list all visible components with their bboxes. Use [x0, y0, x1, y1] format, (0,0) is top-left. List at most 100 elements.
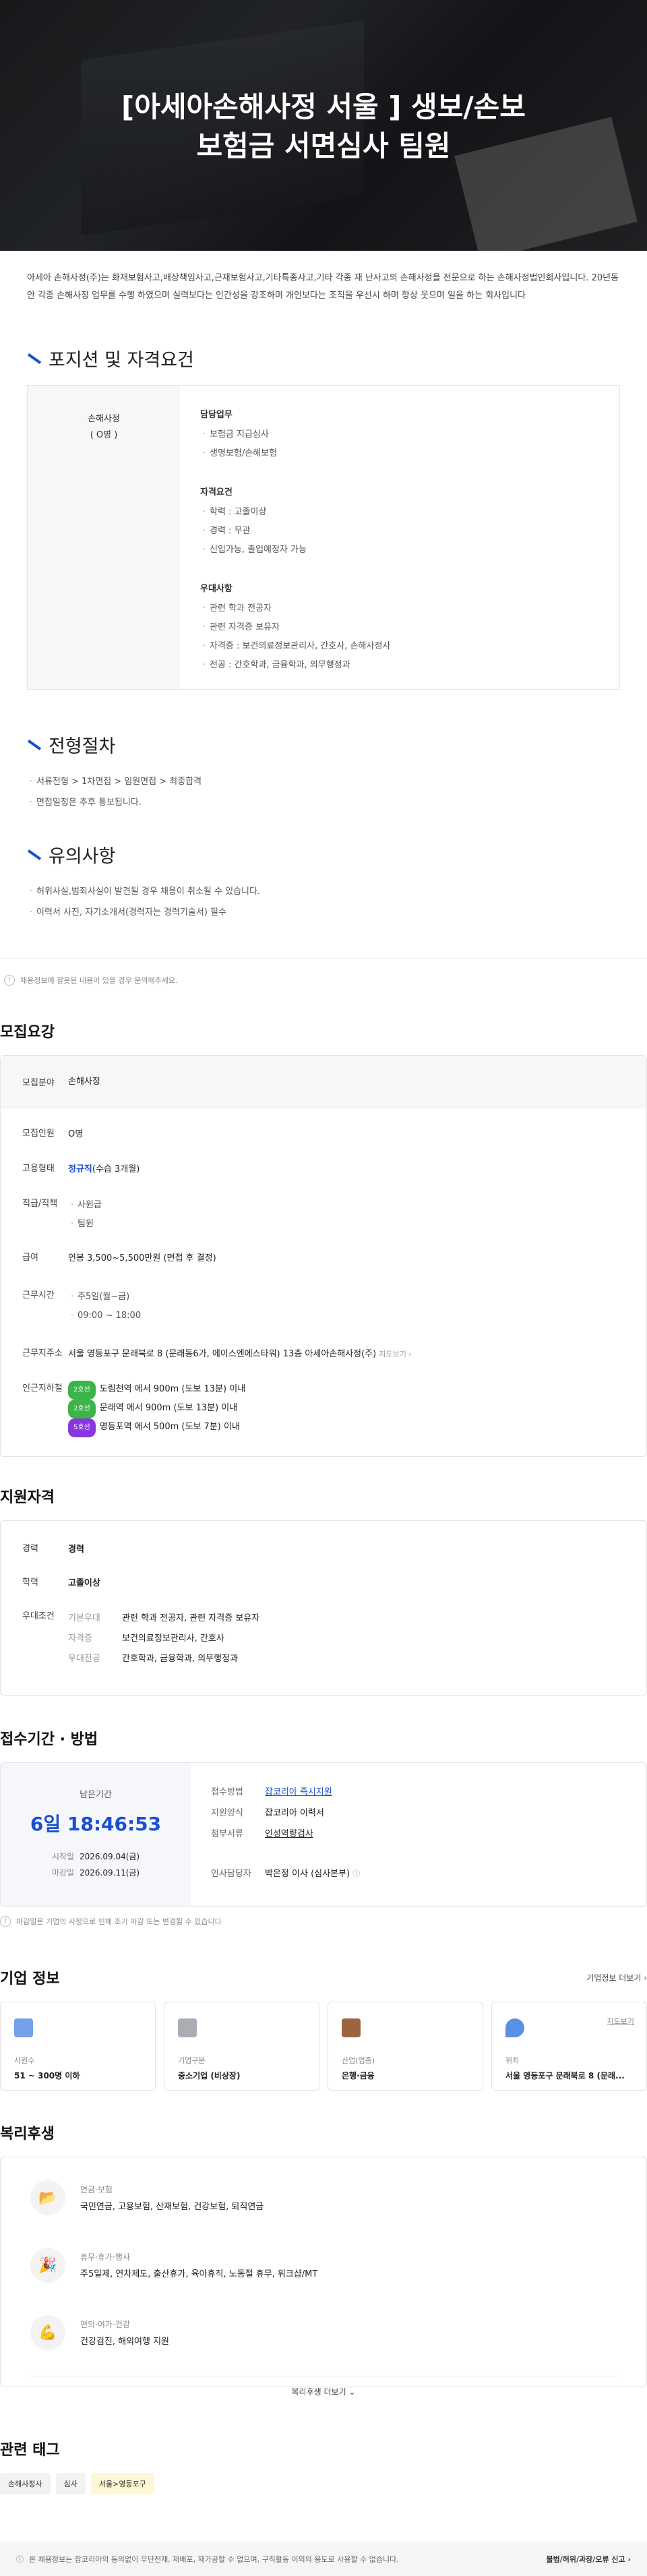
- qualif-edu-row: 학력 고졸이상: [22, 1578, 100, 1588]
- welfare-category: 편의·여가·건강: [80, 2320, 130, 2329]
- station-text: 문래역 에서 900m (도보 13분) 이내: [99, 1403, 238, 1413]
- building-icon: [178, 2018, 197, 2037]
- process-heading: 전형절차: [27, 731, 620, 758]
- pref-value: 보건의료정보관리사, 간호사: [122, 1634, 224, 1644]
- company-card-value: 51 ~ 300명 이하: [14, 2071, 80, 2080]
- group-title: 우대사항: [200, 584, 233, 594]
- caution-heading: 유의사항: [27, 841, 620, 868]
- company-card: 사원수 51 ~ 300명 이하: [0, 2002, 156, 2091]
- tag-chip[interactable]: 심사: [55, 2473, 86, 2494]
- list-item: 이력서 사진, 자기소개서(경력자는 경력기술서) 필수: [27, 902, 620, 923]
- qualif-career-row: 경력 경력: [22, 1544, 84, 1555]
- info-icon[interactable]: ⓘ: [352, 1869, 360, 1878]
- recruit-rank-row: 직급/직책 사원급 팀원: [1, 1196, 646, 1234]
- recruit-people-row: 모집인원 O명: [22, 1129, 84, 1139]
- welfare-row: 💪 편의·여가·건강건강검진, 해외여행 지원: [1, 2299, 646, 2366]
- apply-section: 접수기간 · 방법 남은기간 6일 18:46:53 시작일 2026.09.04…: [0, 1727, 647, 1927]
- welfare-value: 국민연금, 고용보험, 산재보험, 건강보험, 퇴직연금: [80, 2202, 264, 2212]
- company-card-value: 중소기업 (비상장): [178, 2071, 241, 2080]
- recruit-field-row: 모집분야 손해사정: [1, 1056, 646, 1108]
- people-icon: [14, 2018, 33, 2037]
- station-item: 5호선 영등포역 에서 500m (도보 7분) 이내: [68, 1418, 646, 1437]
- report-notice: ! 채용정보에 잘못된 내용이 있을 경우 문의해주세요.: [0, 975, 647, 986]
- recruit-address-row: 근무지주소 서울 영등포구 문래북로 8 (문래동6가, 에이스엔에스타워) 1…: [22, 1348, 412, 1359]
- pref-key: 기본우대: [68, 1613, 100, 1623]
- subway-line-badge: 5호선: [68, 1418, 96, 1437]
- welfare-value: 건강검진, 해외여행 지원: [80, 2337, 169, 2347]
- list-item: 서류전형 > 1차면접 > 임원면접 > 최종합격: [27, 771, 620, 792]
- company-card-label: 위치: [505, 2056, 520, 2065]
- pref-value: 간호학과, 금융학과, 의무행정과: [122, 1654, 239, 1664]
- station-item: 2호선 도림천역 에서 900m (도보 13분) 이내: [68, 1381, 646, 1400]
- subway-line-badge: 2호선: [68, 1400, 96, 1418]
- company-card: 지도보기 위치 서울 영등포구 문래북로 8 (문래...: [491, 2002, 647, 2091]
- company-more-link[interactable]: 기업정보 더보기 ›: [586, 1972, 647, 1983]
- tag-chip[interactable]: 서울>영등포구: [90, 2473, 154, 2494]
- recruit-salary-row: 급여 연봉 3,500~5,500만원 (면접 후 결정): [22, 1253, 216, 1263]
- position-box: 손해사정 ( O명 ) 담당업무보험금 지급심사생명보험/손해보험자격요건학력 …: [27, 385, 620, 690]
- tags-section: 관련 태그 손해사정사 심사 서울>영등포구: [0, 2438, 647, 2494]
- company-card-label: 기업구분: [178, 2056, 206, 2065]
- station-list: 2호선 도림천역 에서 900m (도보 13분) 이내 2호선 문래역 에서 900…: [68, 1381, 646, 1437]
- company-intro: 아세아 손해사정(주)는 화재보험사고,배상책임사고,근재보험사고,기타특종사고…: [27, 273, 619, 301]
- pref-item: 우대전공 간호학과, 금융학과, 의무행정과: [68, 1649, 646, 1669]
- tag-chip[interactable]: 손해사정사: [0, 2473, 51, 2494]
- map-link[interactable]: 지도보기: [607, 2016, 634, 2027]
- pref-key: 자격증: [68, 1634, 92, 1644]
- station-item: 2호선 문래역 에서 900m (도보 13분) 이내: [68, 1400, 646, 1418]
- list-item: 전공 : 간호학과, 금융학과, 의무행정과: [200, 656, 599, 675]
- company-card-label: 산업(업종): [342, 2056, 375, 2065]
- position-name: 손해사정 ( O명 ): [28, 386, 180, 689]
- station-text: 영등포역 에서 500m (도보 7분) 이내: [99, 1422, 240, 1432]
- welfare-row: 🎉 휴무·휴가·행사주5일제, 연차제도, 출산휴가, 육아휴직, 노동절 휴무,…: [1, 2231, 646, 2299]
- welfare-value: 주5일제, 연차제도, 출산휴가, 육아휴직, 노동절 휴무, 워크샵/MT: [80, 2269, 318, 2279]
- company-cards: 사원수 51 ~ 300명 이하 기업구분중소기업 (비상장) 산업(업종) 은행·금융…: [0, 2002, 647, 2091]
- party-icon: 🎉: [30, 2248, 65, 2283]
- company-card: 기업구분중소기업 (비상장): [164, 2002, 319, 2091]
- apply-card: 남은기간 6일 18:46:53 시작일 2026.09.04(금) 마감일 202…: [0, 1762, 647, 1907]
- position-heading: 포지션 및 자격요건: [27, 345, 620, 371]
- welfare-row: 📂 연금·보험국민연금, 고용보험, 산재보험, 건강보험, 퇴직연금: [1, 2164, 646, 2231]
- job-posting-page: [아세아손해사정 서울 ] 생보/손보 보험금 서면심사 팀원 아세아 손해사정…: [0, 0, 647, 2576]
- report-button[interactable]: 불법/허위/과장/오류 신고 ›: [547, 2554, 631, 2565]
- welfare-more-button[interactable]: 복리후생 더보기 ⌄: [28, 2376, 619, 2397]
- company-card-value: 은행·금융: [342, 2071, 375, 2080]
- tag-list: 손해사정사 심사 서울>영등포구: [0, 2473, 647, 2494]
- apply-details: 접수방법 잡코리아 즉시지원 지원양식 잡코리아 이력서 첨부서류 인성역량검사 인사…: [211, 1787, 361, 1879]
- apply-notice: ! 마감일은 기업의 사정으로 인해 조기 마감 또는 변경될 수 있습니다: [0, 1916, 647, 1927]
- list-item: 학력 : 고졸이상: [200, 503, 599, 522]
- recruit-card: 모집분야 손해사정 모집인원 O명 고용형태 정규직(수습 3개월) 직급/직책…: [0, 1055, 647, 1457]
- recruit-time-row: 근무시간 주5일(월~금) 09:00 ~ 18:00: [1, 1288, 646, 1325]
- welfare-category: 휴무·휴가·행사: [80, 2252, 130, 2262]
- heading-mark-icon: [27, 739, 42, 750]
- pref-item: 자격증 보건의료정보관리사, 간호사: [68, 1629, 646, 1649]
- remain-timer: 6일 18:46:53: [30, 1813, 162, 1835]
- hero-banner: [아세아손해사정 서울 ] 생보/손보 보험금 서면심사 팀원: [0, 0, 647, 251]
- pref-list: 기본우대 관련 학과 전공자, 관련 자격증 보유자 자격증 보건의료정보관리사, 간…: [68, 1609, 646, 1669]
- map-link[interactable]: 지도보기 ›: [379, 1350, 411, 1358]
- list-item: 보험금 지급심사: [200, 425, 599, 444]
- list-item: 경력 : 무관: [200, 522, 599, 541]
- doc-link[interactable]: 인성역량검사: [265, 1829, 313, 1839]
- welfare-category: 연금·보험: [80, 2185, 113, 2194]
- list-item: 관련 학과 전공자: [200, 599, 599, 618]
- pension-icon: 📂: [30, 2180, 65, 2215]
- location-pin-icon: [505, 2018, 524, 2037]
- station-text: 도림천역 에서 900m (도보 13분) 이내: [99, 1384, 246, 1394]
- qualif-pref-row: 우대조건 기본우대 관련 학과 전공자, 관련 자격증 보유자 자격증 보건의료정보관…: [1, 1609, 646, 1669]
- health-icon: 💪: [30, 2315, 65, 2350]
- welfare-card: 📂 연금·보험국민연금, 고용보험, 산재보험, 건강보험, 퇴직연금 🎉 휴무·휴가…: [0, 2157, 647, 2397]
- list-item: 생명보험/손해보험: [200, 444, 599, 463]
- info-icon: ⓘ: [16, 2554, 24, 2564]
- subway-line-badge: 2호선: [68, 1381, 96, 1400]
- qualif-section: 지원자격 경력 경력 학력 고졸이상 우대조건 기본우대 관련 학과 전공자, 관…: [0, 1485, 647, 1696]
- qualif-card: 경력 경력 학력 고졸이상 우대조건 기본우대 관련 학과 전공자, 관련 자격증…: [0, 1520, 647, 1696]
- pref-key: 우대전공: [68, 1654, 100, 1664]
- company-card-label: 사원수: [14, 2056, 35, 2065]
- group-title: 담당업무: [200, 410, 233, 420]
- caution-list: 허위사실,범죄사실이 발견될 경우 채용이 취소될 수 있습니다.이력서 사진,…: [27, 881, 620, 923]
- list-item: 허위사실,범죄사실이 발견될 경우 채용이 취소될 수 있습니다.: [27, 881, 620, 902]
- apply-method-link[interactable]: 잡코리아 즉시지원: [265, 1787, 332, 1797]
- hero-title: [아세아손해사정 서울 ] 생보/손보 보험금 서면심사 팀원: [121, 90, 526, 162]
- company-section: 기업 정보 기업정보 더보기 › 사원수 51 ~ 300명 이하 기업구분 중소기업…: [0, 1967, 647, 2091]
